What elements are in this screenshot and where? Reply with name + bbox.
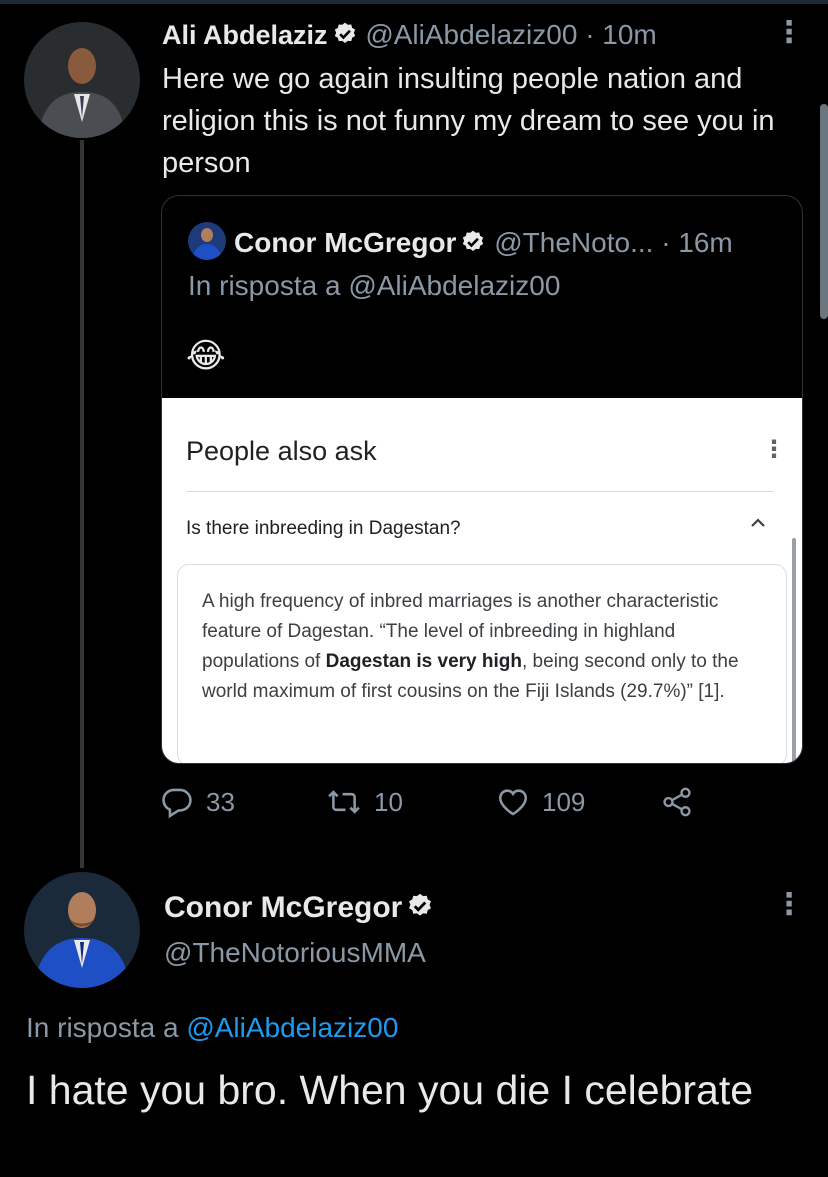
retweet-button[interactable]: 10 — [326, 785, 403, 819]
more-vertical-icon[interactable]: ⋮ — [774, 890, 804, 920]
tweet2-text: I hate you bro. When you die I celebrate — [26, 1067, 754, 1113]
people-also-ask-title: People also ask — [186, 436, 377, 466]
like-icon — [496, 785, 530, 819]
paa-answer-text: A high frequency of inbred marriages is … — [202, 587, 762, 707]
reply-prefix: In risposta a — [188, 270, 341, 301]
avatar-conor-mcgregor-small — [188, 222, 226, 260]
quoted-author-handle: @TheNoto... — [494, 227, 654, 258]
author-handle[interactable]: @AliAbdelaziz00 — [365, 19, 577, 50]
author-handle[interactable]: @TheNotoriousMMA — [164, 934, 426, 972]
share-icon — [660, 785, 694, 819]
tweet1-header: Ali Abdelaziz @AliAbdelaziz00 · 10m — [162, 16, 657, 57]
author-name[interactable]: Conor McGregor — [164, 891, 402, 924]
author-name[interactable]: Ali Abdelaziz — [162, 20, 328, 50]
quoted-tweet[interactable]: Conor McGregor @TheNoto... · 16m In risp… — [161, 195, 803, 764]
reply-icon — [160, 785, 194, 819]
quoted-reply-context: In risposta a @AliAbdelaziz00 — [188, 268, 560, 304]
reply-button[interactable]: 33 — [160, 785, 235, 819]
quoted-image-screenshot[interactable]: People also ask ⋮ Is there inbreeding in… — [162, 398, 802, 763]
tweet2-author-row: Conor McGregor — [164, 888, 434, 931]
reply-context: In risposta a @AliAbdelaziz00 — [26, 1009, 398, 1047]
like-count: 109 — [542, 786, 586, 817]
quoted-tweet-time: · 16m — [661, 227, 733, 258]
answer-text-bold: Dagestan is very high — [325, 651, 522, 672]
tweet1-text: Here we go again insulting people nation… — [162, 63, 775, 179]
share-button[interactable] — [660, 785, 694, 819]
reply-count: 33 — [206, 786, 235, 817]
reply-to-link[interactable]: @AliAbdelaziz00 — [186, 1012, 398, 1043]
reply-to-handle: @AliAbdelaziz00 — [348, 270, 561, 301]
divider — [186, 491, 774, 492]
paa-answer-box: A high frequency of inbred marriages is … — [177, 564, 787, 763]
screenshot-scrollbar — [792, 538, 796, 763]
tweet-time[interactable]: · 10m — [585, 19, 657, 50]
retweet-icon — [326, 785, 362, 819]
top-divider — [0, 0, 828, 4]
more-vertical-icon: ⋮ — [762, 436, 786, 463]
verified-badge-icon — [332, 19, 358, 57]
tweet1-action-bar: 33 10 109 — [160, 785, 720, 825]
like-button[interactable]: 109 — [496, 785, 585, 819]
quoted-tweet-header: Conor McGregor @TheNoto... · 16m — [188, 222, 733, 264]
thread-connector-line — [80, 140, 84, 868]
page-scrollbar[interactable] — [820, 104, 828, 319]
chevron-up-icon — [748, 512, 768, 540]
quoted-author-name: Conor McGregor — [234, 227, 457, 258]
more-vertical-icon[interactable]: ⋮ — [774, 18, 804, 48]
retweet-count: 10 — [374, 786, 403, 817]
paa-question: Is there inbreeding in Dagestan? — [186, 518, 461, 539]
quoted-tweet-emoji: 😂 — [186, 337, 226, 375]
verified-badge-icon — [460, 228, 486, 264]
verified-badge-icon — [406, 891, 434, 931]
reply-prefix: In risposta a — [26, 1012, 179, 1043]
avatar-conor-mcgregor[interactable] — [24, 872, 140, 988]
avatar-ali-abdelaziz[interactable] — [24, 22, 140, 138]
